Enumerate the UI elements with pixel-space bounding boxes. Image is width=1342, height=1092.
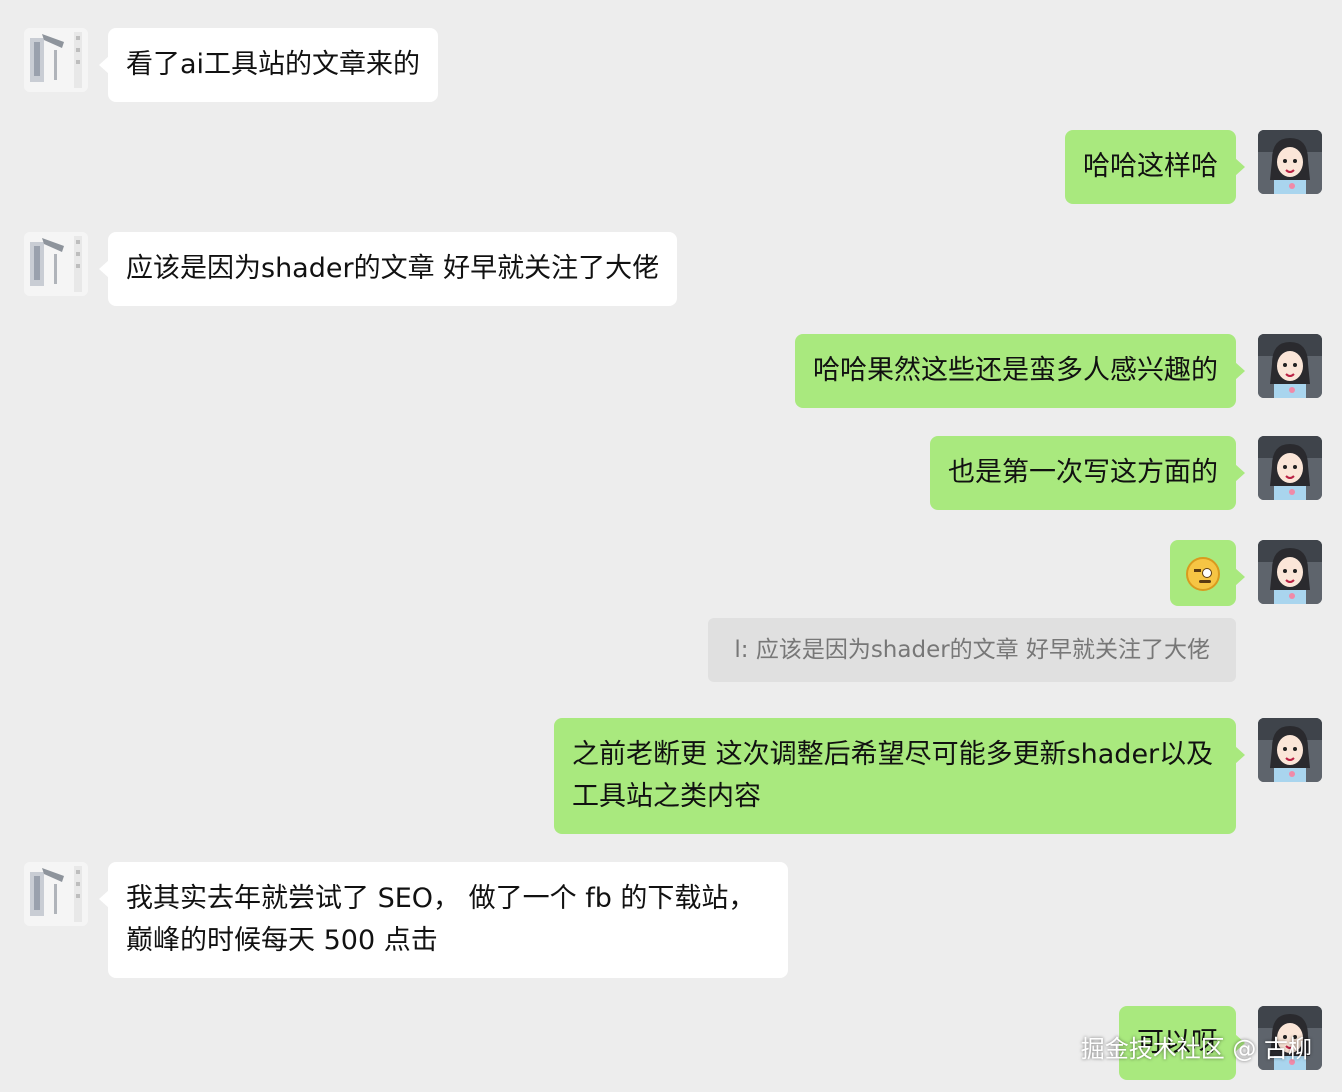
message-bubble[interactable]: 我其实去年就尝试了 SEO， 做了一个 fb 的下载站，巅峰的时候每天 500 … xyxy=(99,862,788,978)
message-bubble[interactable]: 看了ai工具站的文章来的 xyxy=(98,28,439,102)
watermark: 掘金技术社区 @ 古柳 xyxy=(1080,1035,1312,1063)
message-text: 哈哈这样哈 xyxy=(1083,151,1218,182)
contact-avatar[interactable] xyxy=(24,232,88,296)
contact-avatar[interactable] xyxy=(24,28,88,92)
message-text: 哈哈果然这些还是蛮多人感兴趣的 xyxy=(813,355,1218,386)
message-text: 应该是因为shader的文章 好早就关注了大佬 xyxy=(126,253,660,284)
message-text: 我其实去年就尝试了 SEO， 做了一个 fb 的下载站，巅峰的时候每天 500 … xyxy=(126,883,756,956)
message-bubble[interactable]: 哈哈果然这些还是蛮多人感兴趣的 xyxy=(795,334,1245,408)
message-bubble[interactable]: 应该是因为shader的文章 好早就关注了大佬 xyxy=(98,232,678,306)
quoted-text: l: 应该是因为shader的文章 好早就关注了大佬 xyxy=(734,637,1210,663)
message-bubble[interactable] xyxy=(1170,540,1245,606)
user-avatar[interactable] xyxy=(1258,436,1322,500)
user-avatar[interactable] xyxy=(1258,334,1322,398)
message-text: 看了ai工具站的文章来的 xyxy=(126,49,421,80)
user-avatar[interactable] xyxy=(1258,130,1322,194)
message-text: 之前老断更 这次调整后希望尽可能多更新shader以及工具站之类内容 xyxy=(572,739,1214,812)
message-bubble[interactable]: 也是第一次写这方面的 xyxy=(930,436,1245,510)
smirk-emoji-icon xyxy=(1186,556,1220,591)
user-avatar[interactable] xyxy=(1258,718,1322,782)
message-bubble[interactable]: 之前老断更 这次调整后希望尽可能多更新shader以及工具站之类内容 xyxy=(554,718,1245,834)
user-avatar[interactable] xyxy=(1258,540,1322,604)
quoted-message[interactable]: l: 应该是因为shader的文章 好早就关注了大佬 xyxy=(708,618,1236,682)
message-bubble[interactable]: 哈哈这样哈 xyxy=(1065,130,1245,204)
contact-avatar[interactable] xyxy=(24,862,88,926)
message-text: 也是第一次写这方面的 xyxy=(948,457,1218,488)
